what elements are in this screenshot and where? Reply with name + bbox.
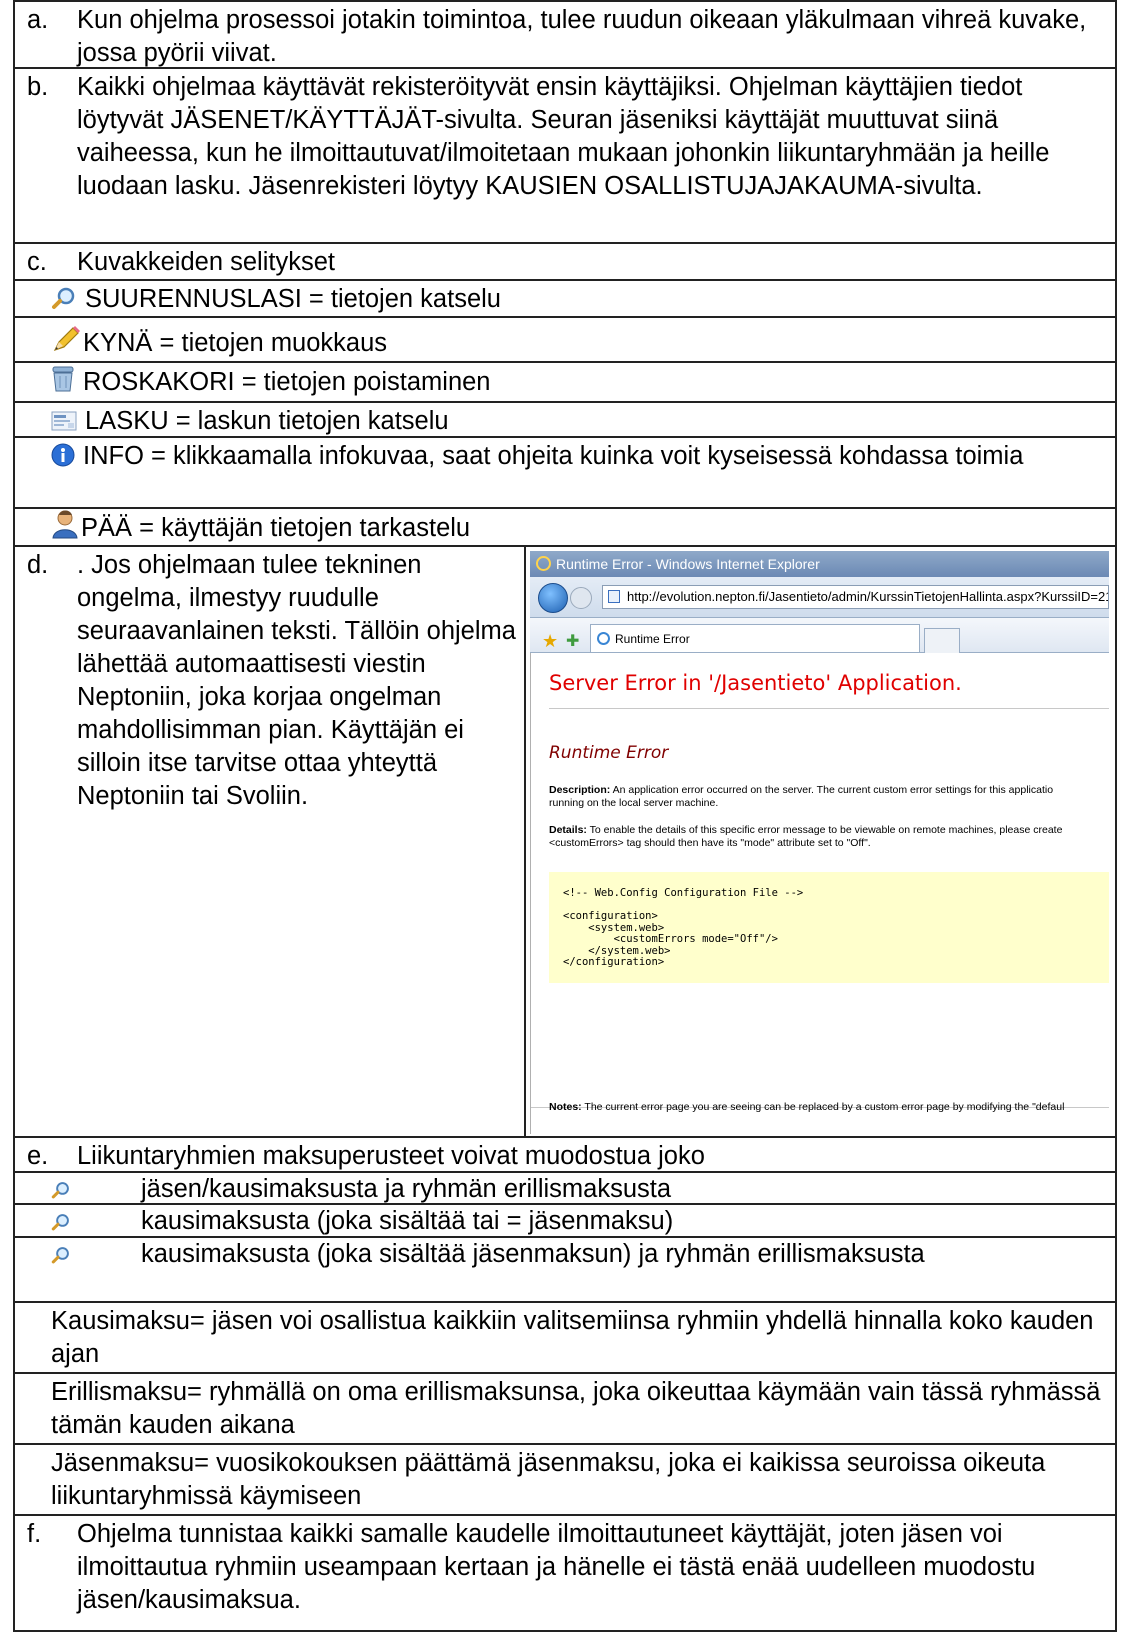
tab-bar: ★ ✚ Runtime Error (530, 618, 1109, 653)
ie-logo-icon (536, 556, 551, 571)
definition-erillismaksu-text: Erillismaksu= ryhmällä on oma erillismak… (51, 1378, 1101, 1439)
info-icon (51, 443, 75, 467)
icon-desc-info: INFO = klikkaamalla infokuvaa, saat ohje… (83, 442, 1024, 470)
row-b-label: b. (27, 73, 49, 101)
row-e-label: e. (27, 1142, 49, 1170)
row-e-text: Liikuntaryhmien maksuperusteet voivat mu… (77, 1142, 705, 1170)
definition-kausimaksu: Kausimaksu= jäsen voi osallistua kaikkii… (13, 1303, 1117, 1374)
row-c: c. Kuvakkeiden selitykset (13, 244, 1117, 281)
error-screenshot: Runtime Error - Windows Internet Explore… (530, 551, 1109, 1134)
address-bar-area: http://evolution.nepton.fi/Jasentieto/ad… (530, 577, 1109, 618)
error-page: Server Error in '/Jasentieto' Applicatio… (530, 653, 1109, 1134)
error-subheading: Runtime Error (549, 743, 669, 763)
row-f-text: Ohjelma tunnistaa kaikki samalle kaudell… (77, 1520, 1036, 1614)
config-code-block: <!-- Web.Config Configuration File --> <… (549, 872, 1109, 983)
definition-erillismaksu: Erillismaksu= ryhmällä on oma erillismak… (13, 1374, 1117, 1445)
fee-option-2: kausimaksusta (joka sisältää tai = jäsen… (13, 1205, 1117, 1238)
browser-title-bar: Runtime Error - Windows Internet Explore… (530, 551, 1109, 577)
new-tab-button[interactable] (924, 628, 960, 653)
row-d: d. . Jos ohjelmaan tulee tekninen ongelm… (13, 547, 1117, 1138)
error-heading: Server Error in '/Jasentieto' Applicatio… (549, 667, 1109, 709)
row-c-label: c. (27, 248, 47, 276)
magnifier-icon (51, 286, 77, 310)
error-description: Description: An application error occurr… (549, 784, 1054, 809)
row-d-label: d. (27, 551, 49, 579)
row-f-label: f. (27, 1520, 42, 1548)
user-head-icon (51, 509, 79, 539)
definition-jasenmaksu: Jäsenmaksu= vuosikokouksen päättämä jäse… (13, 1445, 1117, 1516)
error-notes: Notes: The current error page you are se… (549, 1101, 1065, 1113)
magnifier-icon (51, 1212, 71, 1232)
row-a-text: Kun ohjelma prosessoi jotakin toimintoa,… (77, 6, 1087, 67)
error-details: Details: To enable the details of this s… (549, 824, 1063, 849)
tab-title: Runtime Error (615, 632, 690, 646)
fee-option-3-text: kausimaksusta (joka sisältää jäsenmaksun… (141, 1240, 925, 1268)
row-a-label: a. (27, 6, 49, 34)
fee-option-1-text: jäsen/kausimaksusta ja ryhmän erillismak… (141, 1175, 672, 1203)
icon-desc-invoice: LASKU = laskun tietojen katselu (85, 407, 449, 435)
icon-row-info: INFO = klikkaamalla infokuvaa, saat ohje… (13, 438, 1117, 509)
row-b-text: Kaikki ohjelmaa käyttävät rekisteröityvä… (77, 73, 1050, 200)
definition-jasenmaksu-text: Jäsenmaksu= vuosikokouksen päättämä jäse… (51, 1449, 1046, 1510)
icon-desc-magnifier: SUURENNUSLASI = tietojen katselu (85, 285, 501, 313)
address-field[interactable]: http://evolution.nepton.fi/Jasentieto/ad… (602, 585, 1109, 609)
instruction-table: a. Kun ohjelma prosessoi jotakin toimint… (13, 0, 1117, 1632)
fee-option-3: kausimaksusta (joka sisältää jäsenmaksun… (13, 1238, 1117, 1303)
tab-runtime-error[interactable]: Runtime Error (590, 624, 920, 652)
row-f: f. Ohjelma tunnistaa kaikki samalle kaud… (13, 1516, 1117, 1632)
fee-option-2-text: kausimaksusta (joka sisältää tai = jäsen… (141, 1207, 674, 1235)
icon-desc-trash: ROSKAKORI = tietojen poistaminen (83, 368, 491, 396)
row-e: e. Liikuntaryhmien maksuperusteet voivat… (13, 1138, 1117, 1173)
icon-row-trash: ROSKAKORI = tietojen poistaminen (13, 363, 1117, 403)
row-d-divider (524, 547, 526, 1136)
row-d-text: . Jos ohjelmaan tulee tekninen ongelma, … (77, 551, 516, 810)
icon-row-invoice: LASKU = laskun tietojen katselu (13, 403, 1117, 438)
invoice-icon (51, 410, 77, 432)
fee-option-1: jäsen/kausimaksusta ja ryhmän erillismak… (13, 1173, 1117, 1205)
icon-desc-user-head: PÄÄ = käyttäjän tietojen tarkastelu (81, 514, 471, 542)
magnifier-icon (51, 1180, 71, 1200)
page-icon (608, 590, 620, 603)
tab-ie-icon (597, 632, 610, 645)
icon-row-user-head: PÄÄ = käyttäjän tietojen tarkastelu (13, 509, 1117, 547)
icon-row-magnifier: SUURENNUSLASI = tietojen katselu (13, 281, 1117, 318)
row-c-text: Kuvakkeiden selitykset (77, 248, 335, 276)
window-title: Runtime Error - Windows Internet Explore… (556, 556, 820, 572)
icon-row-pencil: KYNÄ = tietojen muokkaus (13, 318, 1117, 363)
address-url: http://evolution.nepton.fi/Jasentieto/ad… (627, 589, 1109, 604)
definition-kausimaksu-text: Kausimaksu= jäsen voi osallistua kaikkii… (51, 1307, 1094, 1368)
row-b: b. Kaikki ohjelmaa käyttävät rekisteröit… (13, 69, 1117, 244)
trash-icon (51, 365, 75, 393)
row-a: a. Kun ohjelma prosessoi jotakin toimint… (13, 0, 1117, 69)
back-button[interactable] (538, 583, 568, 613)
magnifier-icon (51, 1245, 71, 1265)
icon-desc-pencil: KYNÄ = tietojen muokkaus (83, 329, 388, 357)
pencil-icon (51, 324, 81, 354)
forward-button[interactable] (570, 587, 592, 609)
